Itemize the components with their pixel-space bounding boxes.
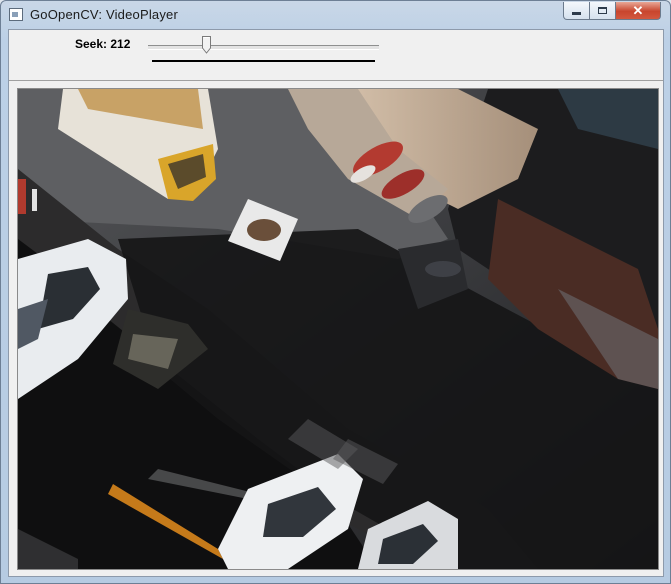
close-button[interactable]: ✕ xyxy=(615,2,661,20)
client-area: Seek: 212 xyxy=(8,29,664,577)
minimize-icon xyxy=(572,12,581,15)
video-frame xyxy=(17,88,659,570)
maximize-icon xyxy=(598,7,607,14)
title-bar[interactable]: GoOpenCV: VideoPlayer ✕ xyxy=(1,1,670,29)
window-title: GoOpenCV: VideoPlayer xyxy=(30,7,179,22)
seek-slider-groove[interactable] xyxy=(148,45,379,50)
close-icon: ✕ xyxy=(632,2,644,18)
minimize-button[interactable] xyxy=(563,2,590,20)
seek-range-indicator xyxy=(152,60,375,62)
app-window: GoOpenCV: VideoPlayer ✕ Seek: 212 xyxy=(0,0,671,584)
trackbar-panel: Seek: 212 xyxy=(9,30,663,81)
maximize-button[interactable] xyxy=(589,2,616,20)
seek-label: Seek: 212 xyxy=(75,37,131,51)
video-frame-image xyxy=(18,89,658,569)
seek-slider-thumb[interactable] xyxy=(202,36,211,54)
app-window-icon xyxy=(9,8,23,21)
